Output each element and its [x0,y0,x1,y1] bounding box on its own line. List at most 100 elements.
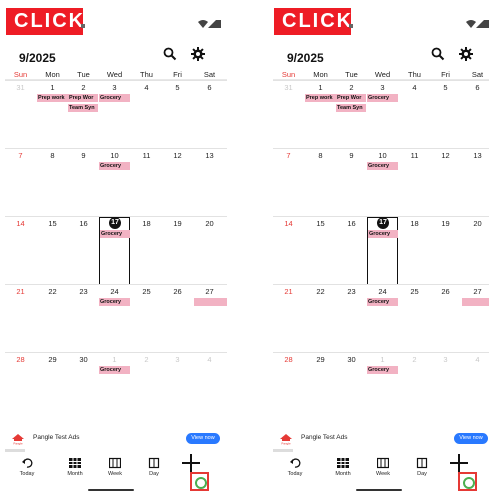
event-chip[interactable]: Grocery [367,298,398,306]
day-cell[interactable]: 2 [399,353,430,421]
day-cell[interactable]: 4 [399,81,430,149]
event-chip[interactable]: Grocery [99,94,130,102]
event-chip[interactable]: Grocery [368,230,398,238]
day-cell[interactable]: 16 [68,217,99,285]
day-cell[interactable]: 10 [99,149,130,217]
day-cell[interactable]: 6 [462,81,489,149]
nav-month[interactable]: Month [57,455,93,477]
day-cell[interactable]: 1 [367,353,398,421]
search-icon[interactable] [431,47,445,61]
day-cell[interactable]: 29 [37,353,68,421]
day-cell[interactable]: 12 [430,149,461,217]
gear-icon[interactable] [191,47,205,61]
day-cell[interactable]: 21 [5,285,36,353]
day-cell[interactable]: 28 [273,353,304,421]
event-chip[interactable]: Team Syn [68,104,98,112]
plus-icon[interactable] [182,454,200,472]
gear-icon[interactable] [459,47,473,61]
event-chip[interactable]: Prep Wor [68,94,98,102]
event-chip[interactable]: Grocery [99,298,130,306]
nav-day[interactable]: Day [136,455,172,477]
month-title[interactable]: 9/2025 [287,51,324,65]
day-cell[interactable]: 30 [68,353,99,421]
day-cell[interactable]: 2 [131,353,162,421]
day-cell[interactable]: 17 [99,217,130,285]
day-cell[interactable]: 29 [305,353,336,421]
day-cell[interactable]: 3 [99,81,130,149]
day-cell[interactable]: 15 [305,217,336,285]
day-cell[interactable]: 2 [336,81,367,149]
event-chip[interactable] [462,298,489,306]
day-cell[interactable]: 11 [399,149,430,217]
day-cell[interactable]: 21 [273,285,304,353]
nav-today[interactable]: Today [9,455,45,477]
click-target-box[interactable] [458,472,477,491]
day-cell[interactable]: 25 [399,285,430,353]
click-target-box[interactable] [190,472,209,491]
event-chip[interactable]: Grocery [367,94,398,102]
event-chip[interactable]: Team Syn [336,104,366,112]
day-cell[interactable]: 20 [194,217,225,285]
day-cell[interactable]: 3 [367,81,398,149]
day-cell[interactable]: 4 [131,81,162,149]
day-cell[interactable]: 26 [162,285,193,353]
day-cell[interactable]: 17 [367,217,398,285]
day-cell[interactable]: 2 [68,81,99,149]
day-cell[interactable]: 14 [5,217,36,285]
day-cell[interactable]: 15 [37,217,68,285]
day-cell[interactable]: 3 [430,353,461,421]
day-cell[interactable]: 6 [194,81,225,149]
day-cell[interactable]: 18 [131,217,162,285]
ad-banner[interactable]: Pangle Pangle Test Ads View now [273,430,489,448]
day-cell[interactable]: 1 [37,81,68,149]
nav-week[interactable]: Week [97,455,133,477]
nav-month[interactable]: Month [325,455,361,477]
event-chip[interactable]: Grocery [100,230,130,238]
event-chip[interactable]: Prep Wor [336,94,366,102]
day-cell[interactable]: 14 [273,217,304,285]
event-chip[interactable]: Grocery [99,162,130,170]
search-icon[interactable] [163,47,177,61]
day-cell[interactable]: 22 [305,285,336,353]
day-cell[interactable]: 13 [194,149,225,217]
day-cell[interactable]: 3 [162,353,193,421]
day-cell[interactable]: 5 [430,81,461,149]
day-cell[interactable]: 13 [462,149,489,217]
month-title[interactable]: 9/2025 [19,51,56,65]
event-chip[interactable]: Grocery [367,162,398,170]
day-cell[interactable]: 9 [68,149,99,217]
day-cell[interactable]: 19 [430,217,461,285]
day-cell[interactable]: 23 [336,285,367,353]
day-cell[interactable]: 23 [68,285,99,353]
day-cell[interactable]: 8 [305,149,336,217]
day-cell[interactable]: 4 [194,353,225,421]
day-cell[interactable]: 24 [367,285,398,353]
event-chip[interactable]: Prep work [37,94,68,102]
day-cell[interactable]: 11 [131,149,162,217]
day-cell[interactable]: 31 [273,81,304,149]
ad-banner[interactable]: Pangle Pangle Test Ads View now [5,430,227,448]
day-cell[interactable]: 7 [273,149,304,217]
day-cell[interactable]: 4 [462,353,489,421]
day-cell[interactable]: 10 [367,149,398,217]
day-cell[interactable]: 18 [399,217,430,285]
day-cell[interactable]: 12 [162,149,193,217]
day-cell[interactable]: 25 [131,285,162,353]
day-cell[interactable]: 26 [430,285,461,353]
nav-today[interactable]: Today [277,455,313,477]
day-cell[interactable]: 1 [305,81,336,149]
day-cell[interactable]: 22 [37,285,68,353]
day-cell[interactable]: 7 [5,149,36,217]
day-cell[interactable]: 31 [5,81,36,149]
day-cell[interactable]: 27 [194,285,225,353]
event-chip[interactable] [194,298,227,306]
home-indicator[interactable] [356,489,402,491]
day-cell[interactable]: 30 [336,353,367,421]
day-cell[interactable]: 27 [462,285,489,353]
plus-icon[interactable] [450,454,468,472]
day-cell[interactable]: 19 [162,217,193,285]
home-indicator[interactable] [88,489,134,491]
day-cell[interactable]: 1 [99,353,130,421]
day-cell[interactable]: 24 [99,285,130,353]
day-cell[interactable]: 16 [336,217,367,285]
